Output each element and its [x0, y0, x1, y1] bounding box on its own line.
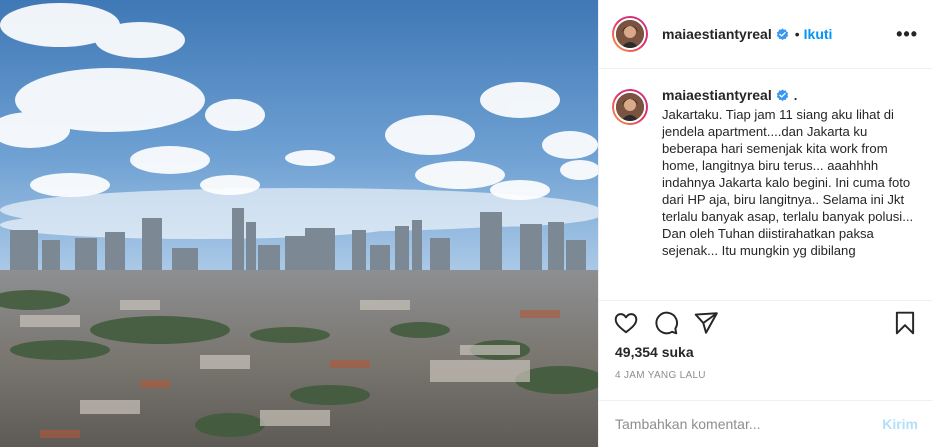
like-count[interactable]: 49,354 suka	[615, 344, 694, 360]
username-link[interactable]: maiaestiantyreal	[662, 26, 772, 42]
comment-icon[interactable]	[653, 310, 679, 336]
caption-title-dot: .	[793, 88, 798, 103]
caption-section: maiaestiantyreal . Jakartaku. Tiap jam 1…	[599, 69, 932, 300]
profile-photo-icon	[616, 93, 644, 121]
verified-badge-icon	[776, 89, 788, 102]
avatar-image	[614, 18, 646, 50]
caption-avatar[interactable]	[612, 89, 648, 125]
caption-body: Jakartaku. Tiap jam 11 siang aku lihat d…	[662, 107, 914, 258]
post-timestamp[interactable]: 4 JAM YANG LALU	[615, 370, 706, 381]
bookmark-icon[interactable]	[892, 310, 918, 336]
verified-badge-icon	[776, 27, 788, 40]
caption-username-link[interactable]: maiaestiantyreal	[662, 87, 772, 104]
follow-button[interactable]: Ikuti	[804, 26, 833, 42]
action-bar	[599, 300, 932, 344]
caption-header: maiaestiantyreal .	[662, 87, 916, 104]
separator-dot: •	[794, 26, 800, 42]
jakarta-skyline-photo	[0, 0, 598, 447]
post-comment-button[interactable]: Kirim	[882, 416, 918, 432]
post-photo[interactable]	[0, 0, 598, 447]
comment-input[interactable]	[615, 416, 883, 432]
heart-icon[interactable]	[613, 310, 639, 336]
caption-text: maiaestiantyreal . Jakartaku. Tiap jam 1…	[662, 87, 916, 300]
post-header: maiaestiantyreal • Ikuti •••	[599, 0, 932, 69]
profile-photo-icon	[616, 20, 644, 48]
caption-avatar-image	[614, 91, 646, 123]
comment-form: Kirim	[599, 400, 932, 447]
more-options-icon[interactable]: •••	[896, 24, 918, 45]
instagram-post-view: maiaestiantyreal • Ikuti ••• maiaestiant…	[0, 0, 932, 447]
avatar[interactable]	[612, 16, 648, 52]
post-side-panel: maiaestiantyreal • Ikuti ••• maiaestiant…	[598, 0, 932, 447]
paper-plane-icon[interactable]	[693, 310, 719, 336]
